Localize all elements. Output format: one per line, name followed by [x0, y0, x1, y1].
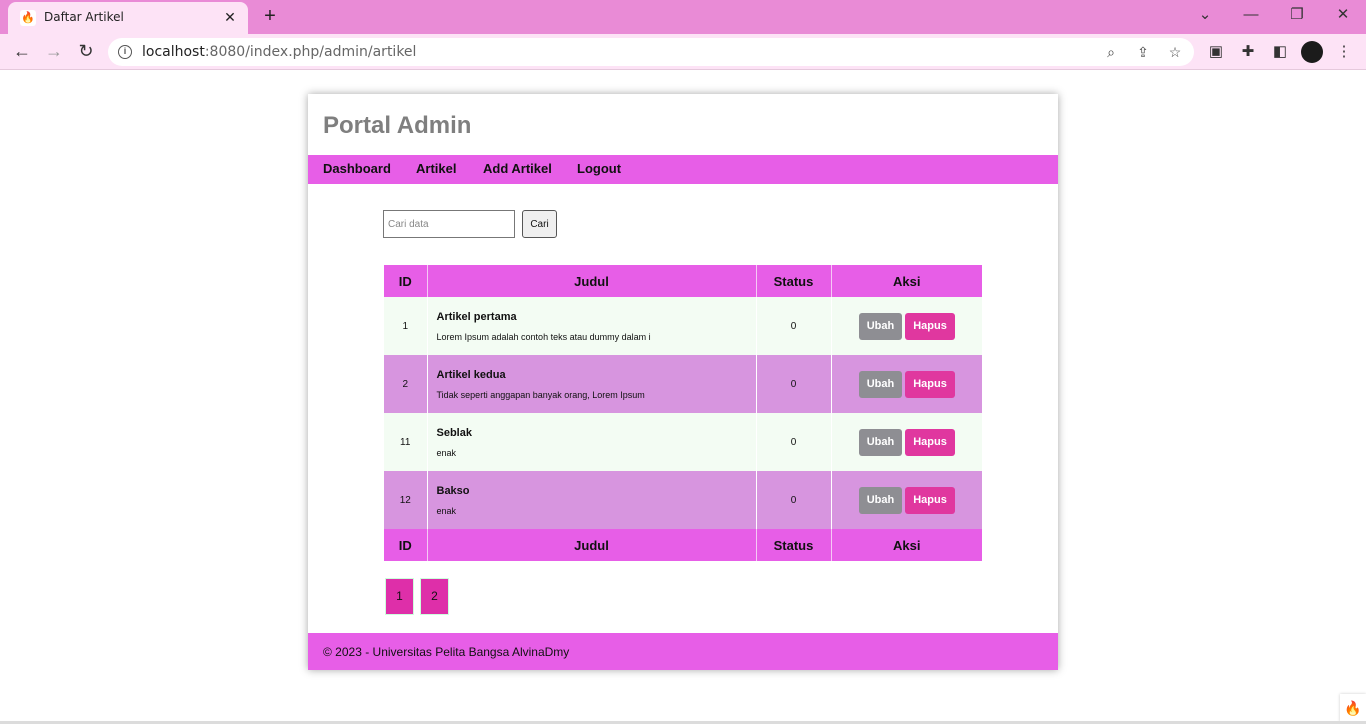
main-nav: Dashboard Artikel Add Artikel Logout [308, 155, 1058, 184]
table-row: 12 Bakso enak 0 Ubah Hapus [384, 471, 982, 529]
article-title: Artikel pertama [436, 310, 517, 323]
row-id: 11 [384, 413, 427, 471]
row-judul: Bakso enak [426, 471, 756, 529]
row-actions: Ubah Hapus [830, 297, 982, 355]
table-row: 11 Seblak enak 0 Ubah Hapus [384, 413, 982, 471]
info-icon[interactable]: i [118, 45, 132, 59]
zoom-icon[interactable]: ⌕ [1101, 42, 1121, 62]
edit-button[interactable]: Ubah [858, 312, 903, 340]
debug-toolbar-flame-icon[interactable]: 🔥 [1340, 694, 1366, 722]
column-footer-status: Status [755, 529, 831, 561]
delete-button[interactable]: Hapus [905, 428, 955, 456]
row-status: 0 [755, 297, 831, 355]
article-excerpt: enak [436, 447, 457, 458]
close-tab-icon[interactable]: ✕ [220, 7, 240, 27]
row-judul: Seblak enak [426, 413, 756, 471]
row-actions: Ubah Hapus [830, 471, 982, 529]
table-header-row: ID Judul Status Aksi [384, 265, 982, 297]
tab-search-icon[interactable]: ⌄ [1193, 4, 1217, 28]
article-excerpt: enak [436, 505, 457, 516]
url-text[interactable]: localhost:8080/index.php/admin/artikel [142, 44, 416, 60]
article-title: Seblak [436, 426, 472, 439]
delete-button[interactable]: Hapus [905, 486, 955, 514]
menu-kebab-icon[interactable]: ⋮ [1333, 41, 1355, 63]
column-header-aksi: Aksi [830, 265, 982, 297]
side-panel-icon[interactable]: ◧ [1269, 41, 1291, 63]
article-title: Bakso [436, 484, 470, 497]
browser-tab[interactable]: 🔥 Daftar Artikel ✕ [8, 2, 248, 34]
table-row: 2 Artikel kedua Tidak seperti anggapan b… [384, 355, 982, 413]
copyright-text: © 2023 - Universitas Pelita Bangsa Alvin… [323, 645, 570, 659]
column-header-judul: Judul [426, 265, 756, 297]
row-judul: Artikel pertama Lorem Ipsum adalah conto… [426, 297, 756, 355]
row-id: 2 [384, 355, 427, 413]
article-title: Artikel kedua [436, 368, 506, 381]
restore-icon[interactable]: ❐ [1285, 4, 1309, 28]
tab-title: Daftar Artikel [44, 10, 124, 24]
page-link-2[interactable]: 2 [420, 578, 449, 615]
browser-tab-strip: 🔥 Daftar Artikel ✕ + ⌄ — ❐ ✕ [0, 0, 1366, 34]
table-row: 1 Artikel pertama Lorem Ipsum adalah con… [384, 297, 982, 355]
column-footer-aksi: Aksi [830, 529, 982, 561]
column-header-id: ID [384, 265, 427, 297]
row-actions: Ubah Hapus [830, 355, 982, 413]
nav-artikel[interactable]: Artikel [416, 161, 456, 176]
browser-toolbar: ← → ↻ i localhost:8080/index.php/admin/a… [0, 34, 1366, 70]
row-actions: Ubah Hapus [830, 413, 982, 471]
search-input[interactable] [383, 210, 515, 238]
new-tab-icon[interactable]: + [258, 5, 282, 29]
back-icon[interactable]: ← [10, 40, 34, 64]
article-excerpt: Lorem Ipsum adalah contoh teks atau dumm… [436, 331, 651, 342]
edit-button[interactable]: Ubah [858, 370, 903, 398]
share-icon[interactable]: ⇪ [1133, 42, 1153, 62]
extensions-puzzle-icon[interactable]: ✚ [1237, 41, 1259, 63]
media-icon[interactable]: ▣ [1205, 41, 1227, 63]
column-footer-id: ID [384, 529, 427, 561]
edit-button[interactable]: Ubah [858, 486, 903, 514]
edit-button[interactable]: Ubah [858, 428, 903, 456]
header: Portal Admin [308, 94, 1058, 155]
forward-icon[interactable]: → [42, 40, 66, 64]
row-judul: Artikel kedua Tidak seperti anggapan ban… [426, 355, 756, 413]
minimize-icon[interactable]: — [1239, 4, 1263, 28]
table-footer-row: ID Judul Status Aksi [384, 529, 982, 561]
nav-logout[interactable]: Logout [577, 161, 621, 176]
row-status: 0 [755, 355, 831, 413]
row-id: 1 [384, 297, 427, 355]
flame-icon: 🔥 [20, 10, 36, 26]
reload-icon[interactable]: ↻ [74, 40, 98, 64]
article-excerpt: Tidak seperti anggapan banyak orang, Lor… [436, 389, 645, 400]
footer: © 2023 - Universitas Pelita Bangsa Alvin… [308, 633, 1058, 670]
close-window-icon[interactable]: ✕ [1331, 4, 1355, 28]
profile-avatar[interactable] [1301, 41, 1323, 63]
row-status: 0 [755, 471, 831, 529]
column-footer-judul: Judul [426, 529, 756, 561]
page-link-1[interactable]: 1 [385, 578, 414, 615]
search-button[interactable]: Cari [522, 210, 557, 238]
article-table: ID Judul Status Aksi 1 Artikel pertama L… [384, 265, 982, 561]
row-status: 0 [755, 413, 831, 471]
bookmark-star-icon[interactable]: ☆ [1165, 42, 1185, 62]
address-bar[interactable]: i localhost:8080/index.php/admin/artikel… [108, 38, 1194, 66]
nav-dashboard[interactable]: Dashboard [323, 161, 391, 176]
delete-button[interactable]: Hapus [905, 370, 955, 398]
nav-add-artikel[interactable]: Add Artikel [483, 161, 552, 176]
delete-button[interactable]: Hapus [905, 312, 955, 340]
column-header-status: Status [755, 265, 831, 297]
page-title: Portal Admin [323, 112, 472, 139]
page-container: Portal Admin Dashboard Artikel Add Artik… [308, 94, 1058, 670]
row-id: 12 [384, 471, 427, 529]
